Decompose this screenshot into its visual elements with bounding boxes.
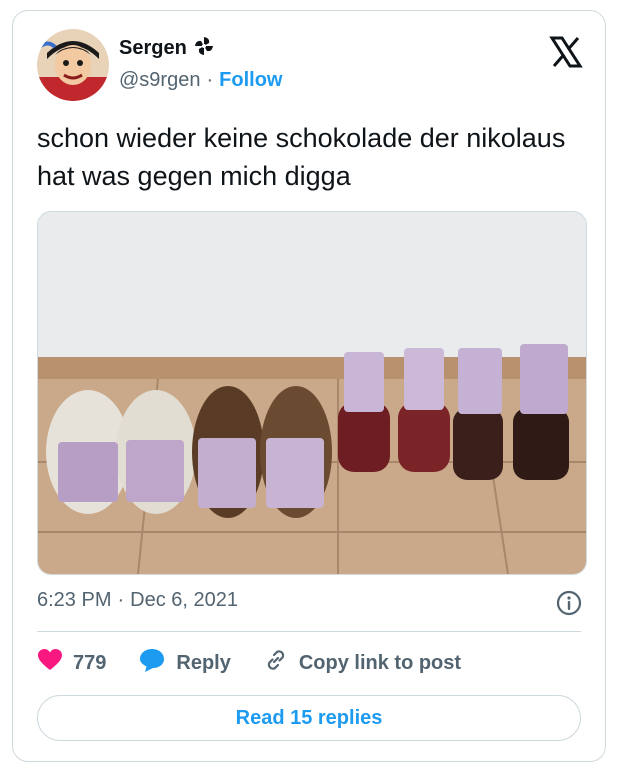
copy-link-button[interactable]: Copy link to post <box>263 647 461 679</box>
like-count: 779 <box>73 651 107 674</box>
read-replies-button[interactable]: Read 15 replies <box>37 695 581 741</box>
link-icon <box>263 647 289 679</box>
avatar[interactable] <box>37 29 109 101</box>
copy-link-label: Copy link to post <box>298 651 462 674</box>
tweet-card: Sergen @s9rgen · Follow schon wieder kei… <box>12 10 606 762</box>
tweet-time[interactable]: 6:23 PM <box>37 589 111 612</box>
follow-link[interactable]: Follow <box>219 69 282 92</box>
info-icon[interactable] <box>555 589 583 617</box>
reply-button[interactable]: Reply <box>138 647 231 679</box>
separator-dot: · <box>206 69 214 91</box>
author-handle[interactable]: @s9rgen <box>119 69 200 92</box>
tweet-photo[interactable] <box>37 211 587 575</box>
reply-label: Reply <box>176 651 231 674</box>
tweet-date[interactable]: Dec 6, 2021 <box>130 589 238 612</box>
author-name[interactable]: Sergen <box>119 37 187 60</box>
tweet-text: schon wieder keine schokolade der nikola… <box>37 123 566 191</box>
divider <box>37 631 581 632</box>
meta-separator: · <box>117 589 125 611</box>
heart-icon <box>37 648 63 678</box>
like-button[interactable]: 779 <box>37 648 106 678</box>
pinwheel-icon <box>193 35 215 62</box>
x-logo-icon[interactable] <box>549 35 583 69</box>
reply-bubble-icon <box>138 647 166 679</box>
